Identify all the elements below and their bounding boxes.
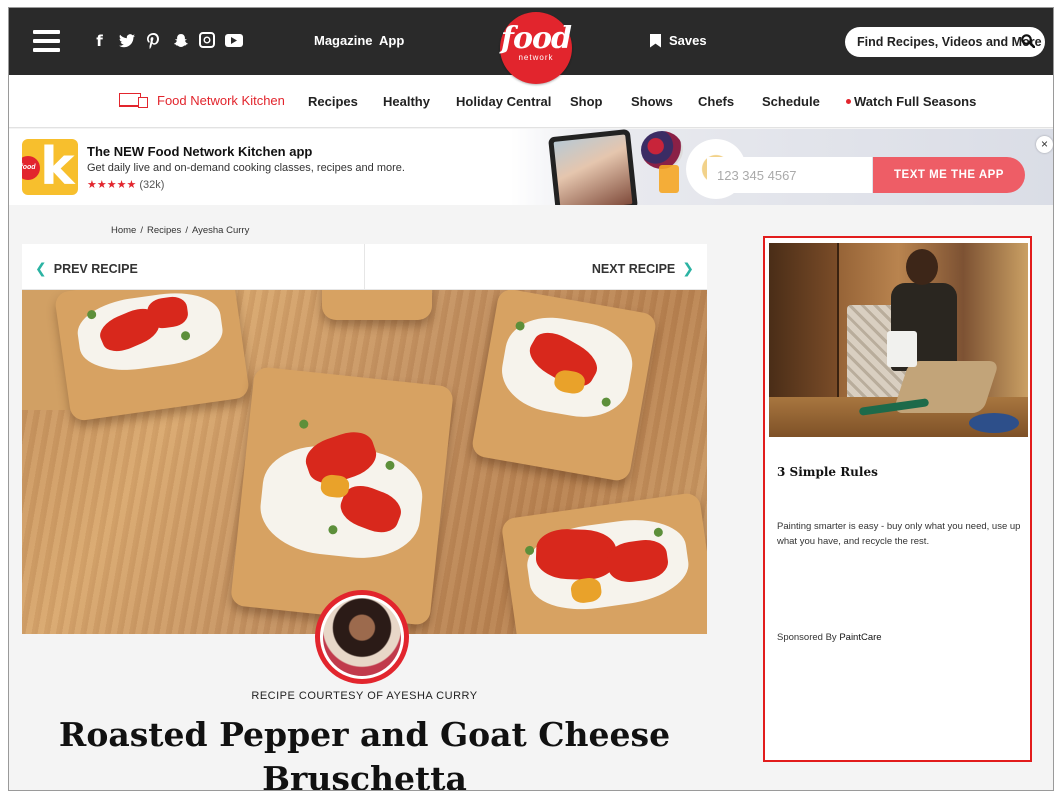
promo-berries-image [641, 131, 683, 169]
app-promo-banner: foodk The NEW Food Network Kitchen app G… [9, 129, 1053, 205]
prev-recipe-button[interactable]: ❮ PREV RECIPE [35, 261, 138, 277]
nav-watch-full-seasons[interactable]: Watch Full Seasons [846, 94, 976, 109]
close-icon[interactable]: × [1036, 136, 1053, 153]
recipe-title: Roasted Pepper and Goat Cheese Bruschett… [58, 715, 671, 791]
promo-juice-image [659, 165, 679, 193]
top-header: f Magazine App food network Saves Find R… [9, 8, 1053, 84]
sponsored-ad: 3 Simple Rules Painting smarter is easy … [763, 236, 1032, 762]
nav-healthy[interactable]: Healthy [383, 94, 430, 109]
browser-viewport: f Magazine App food network Saves Find R… [8, 7, 1054, 791]
ad-image[interactable] [769, 243, 1028, 437]
nav-holiday-central[interactable]: Holiday Central [456, 94, 551, 109]
phone-placeholder: 123 345 4567 [717, 167, 797, 183]
social-links: f [91, 32, 243, 50]
instagram-icon[interactable] [199, 32, 215, 48]
promo-description: Get daily live and on-demand cooking cla… [87, 162, 405, 174]
recipe-navigation: ❮ PREV RECIPE NEXT RECIPE ❯ [22, 244, 707, 290]
bookmark-icon [650, 33, 661, 48]
chevron-right-icon: ❯ [682, 261, 694, 277]
live-dot-icon [846, 99, 851, 104]
youtube-icon[interactable] [225, 34, 243, 47]
next-recipe-button[interactable]: NEXT RECIPE ❯ [592, 261, 694, 277]
chef-avatar[interactable] [315, 590, 409, 684]
breadcrumb-home[interactable]: Home [111, 225, 136, 236]
promo-rating: ★★★★★ (32k) [87, 178, 164, 191]
breadcrumb-chef[interactable]: Ayesha Curry [192, 225, 249, 236]
menu-hamburger-icon[interactable] [33, 30, 60, 52]
next-recipe-label: NEXT RECIPE [591, 262, 676, 276]
prev-recipe-label: PREV RECIPE [53, 262, 138, 276]
saves-link[interactable]: Saves [650, 33, 707, 48]
saves-label: Saves [669, 33, 707, 48]
breadcrumb-recipes[interactable]: Recipes [147, 225, 181, 236]
facebook-icon[interactable]: f [91, 32, 108, 50]
app-link[interactable]: App [379, 33, 404, 48]
phone-number-input[interactable]: 123 345 4567 [707, 157, 872, 193]
breadcrumb: Home / Recipes / Ayesha Curry [111, 225, 250, 236]
food-network-kitchen-app-icon: foodk [22, 139, 78, 195]
sponsor-link[interactable]: PaintCare [839, 632, 881, 643]
search-input[interactable]: Find Recipes, Videos and More [845, 27, 1045, 57]
rating-count: (32k) [139, 179, 165, 191]
nav-recipes[interactable]: Recipes [308, 94, 358, 109]
search-icon[interactable] [1021, 34, 1035, 48]
magazine-link[interactable]: Magazine [314, 33, 373, 48]
nav-label: Food Network Kitchen [157, 92, 285, 108]
nav-schedule[interactable]: Schedule [762, 94, 820, 109]
ad-body-text: Painting smarter is easy - buy only what… [777, 521, 1021, 547]
recipe-courtesy: RECIPE COURTESY OF AYESHA CURRY [251, 690, 478, 702]
ad-heading[interactable]: 3 Simple Rules [777, 465, 878, 479]
nav-label: Watch Full Seasons [854, 94, 977, 109]
promo-tablet-image [548, 129, 638, 205]
devices-icon [119, 92, 149, 108]
recipe-hero-image[interactable] [22, 290, 707, 634]
chevron-left-icon: ❮ [35, 261, 47, 277]
food-network-logo[interactable]: food network [500, 12, 572, 84]
nav-shop[interactable]: Shop [570, 94, 603, 109]
promo-title: The NEW Food Network Kitchen app [87, 144, 313, 159]
star-rating-icons: ★★★★★ [87, 179, 137, 191]
logo-wordmark: food [501, 21, 572, 56]
ad-sponsor-line: Sponsored By PaintCare [777, 632, 882, 643]
nav-chefs[interactable]: Chefs [698, 94, 734, 109]
nav-food-network-kitchen[interactable]: Food Network Kitchen [119, 92, 285, 108]
nav-divider [364, 244, 365, 290]
pinterest-icon[interactable] [145, 32, 162, 49]
search-placeholder: Find Recipes, Videos and More [857, 35, 1042, 49]
twitter-icon[interactable] [118, 32, 135, 49]
snapchat-icon[interactable] [172, 32, 189, 49]
nav-shows[interactable]: Shows [631, 94, 673, 109]
text-me-the-app-button[interactable]: TEXT ME THE APP [873, 157, 1025, 193]
sponsor-prefix: Sponsored By [777, 632, 840, 643]
